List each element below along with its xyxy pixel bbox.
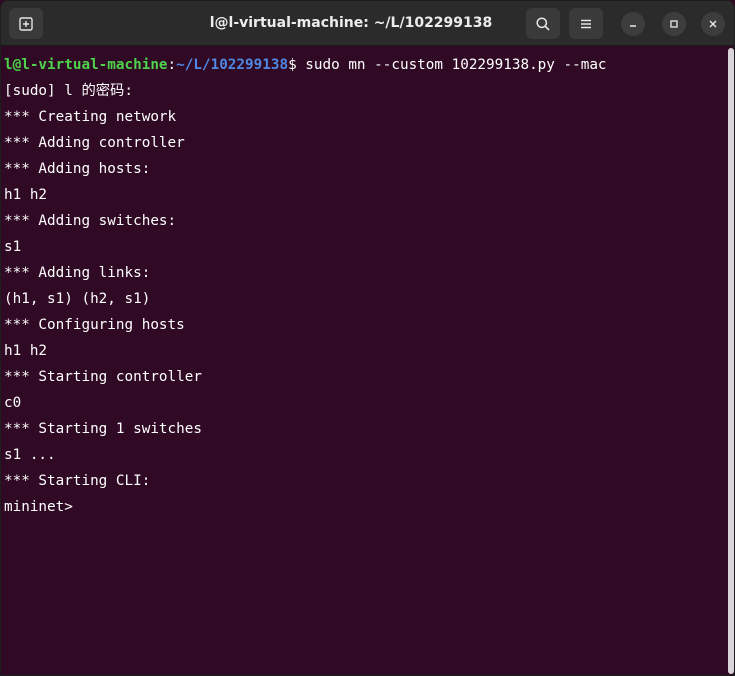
- output-line: *** Adding switches:: [4, 213, 177, 229]
- output-line: c0: [4, 395, 22, 411]
- prompt-path: ~/L/102299138: [176, 57, 289, 73]
- maximize-icon: [670, 20, 678, 28]
- output-line: *** Adding links:: [4, 265, 151, 281]
- output-line: *** Starting controller: [4, 369, 202, 385]
- output-line: h1 h2: [4, 343, 48, 359]
- close-icon: [709, 20, 717, 28]
- minimize-icon: [630, 25, 636, 27]
- output-line: (h1, s1) (h2, s1): [4, 291, 151, 307]
- hamburger-menu-icon: [581, 19, 591, 28]
- search-button[interactable]: [526, 8, 560, 39]
- minimize-button[interactable]: [621, 12, 645, 36]
- scrollbar-thumb[interactable]: [728, 48, 734, 674]
- output-line: h1 h2: [4, 187, 48, 203]
- output-line: *** Adding controller: [4, 135, 185, 151]
- output-line: s1: [4, 239, 22, 255]
- output-line: *** Starting CLI:: [4, 473, 151, 489]
- prompt-separator: :: [167, 57, 177, 73]
- menu-button[interactable]: [569, 8, 603, 39]
- output-line: [sudo] l 的密码:: [4, 83, 133, 99]
- terminal-output[interactable]: l@l-virtual-machine:~/L/102299138$ sudo …: [1, 52, 727, 675]
- new-tab-button[interactable]: [9, 8, 43, 39]
- maximize-button[interactable]: [662, 12, 686, 36]
- close-button[interactable]: [701, 12, 725, 36]
- search-icon: [536, 16, 550, 31]
- prompt-symbol: $: [288, 57, 306, 73]
- cli-prompt-line: mininet>: [4, 499, 73, 515]
- output-line: *** Creating network: [4, 109, 177, 125]
- output-line: *** Starting 1 switches: [4, 421, 202, 437]
- output-line: s1 ...: [4, 447, 56, 463]
- output-line: *** Configuring hosts: [4, 317, 185, 333]
- prompt-line: l@l-virtual-machine:~/L/102299138$ sudo …: [1, 52, 727, 78]
- prompt-command: sudo mn --custom 102299138.py --mac: [305, 57, 607, 73]
- prompt-user-host: l@l-virtual-machine: [4, 57, 168, 73]
- output-line: *** Adding hosts:: [4, 161, 151, 177]
- scrollbar[interactable]: [727, 46, 734, 675]
- title-bar: l@l-virtual-machine: ~/L/102299138: [1, 1, 734, 46]
- terminal-window: l@l-virtual-machine: ~/L/102299138 l@l-v…: [0, 0, 735, 676]
- window-title: l@l-virtual-machine: ~/L/102299138: [209, 15, 493, 31]
- new-tab-icon: [19, 16, 33, 31]
